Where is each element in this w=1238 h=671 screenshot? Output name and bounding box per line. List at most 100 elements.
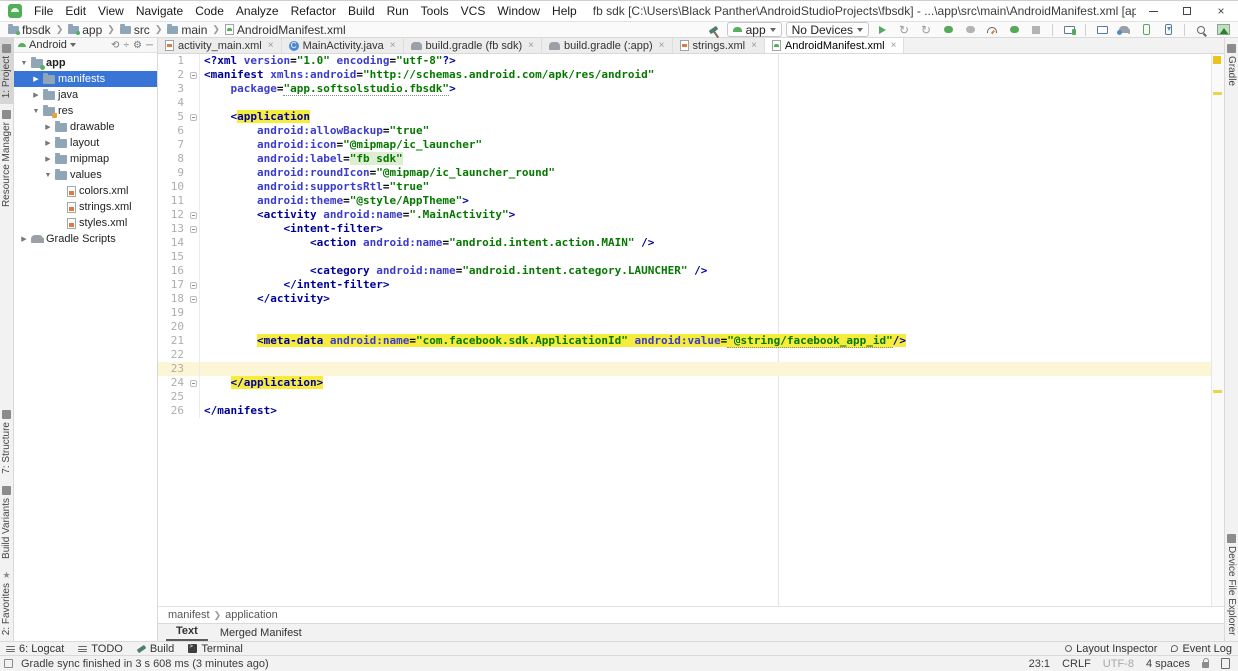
code-line[interactable]: 18 </activity>	[158, 292, 1224, 306]
code-line[interactable]: 9 android:roundIcon="@mipmap/ic_launcher…	[158, 166, 1224, 180]
tool-stripe-2-favorites[interactable]: ★2: Favorites	[1, 565, 12, 641]
tree-chevron-icon[interactable]: ▼	[44, 172, 52, 179]
menu-item-refactor[interactable]: Refactor	[285, 2, 342, 20]
code-line[interactable]: 2<manifest xmlns:android="http://schemas…	[158, 68, 1224, 82]
menu-item-analyze[interactable]: Analyze	[230, 2, 285, 20]
menu-item-build[interactable]: Build	[342, 2, 381, 20]
menu-item-navigate[interactable]: Navigate	[130, 2, 189, 20]
menu-item-run[interactable]: Run	[381, 2, 415, 20]
build-hammer-icon[interactable]	[705, 22, 723, 37]
settings-gear-icon[interactable]: ⚙	[133, 40, 142, 51]
code-line[interactable]: 23	[158, 362, 1224, 376]
highlight-mark[interactable]	[1213, 390, 1222, 393]
tab-close-icon[interactable]: ×	[751, 40, 757, 51]
code-line[interactable]: 13 <intent-filter>	[158, 222, 1224, 236]
indent-setting[interactable]: 4 spaces	[1146, 658, 1190, 670]
image-asset-icon[interactable]	[1214, 22, 1232, 37]
xml-breadcrumb-item[interactable]: application	[225, 609, 278, 621]
tree-chevron-icon[interactable]: ▼	[20, 60, 28, 67]
code-line[interactable]: 19	[158, 306, 1224, 320]
tree-chevron-icon[interactable]: ▶	[20, 235, 28, 243]
tree-chevron-icon[interactable]: ▶	[44, 123, 52, 131]
tab-close-icon[interactable]: ×	[659, 40, 665, 51]
locate-icon[interactable]: ⟲	[111, 40, 119, 51]
tree-item-layout[interactable]: ▶layout	[14, 135, 157, 151]
readonly-lock-icon[interactable]	[1202, 662, 1209, 668]
highlight-mark[interactable]	[1213, 92, 1222, 95]
toolwindow-toggle-icon[interactable]	[4, 659, 13, 668]
code-line[interactable]: 17 </intent-filter>	[158, 278, 1224, 292]
fold-marker-icon[interactable]	[190, 72, 197, 79]
collapse-all-icon[interactable]: ÷	[123, 40, 129, 51]
layout-inspector-phone-icon[interactable]	[1137, 22, 1155, 37]
device-manager-icon[interactable]	[1060, 22, 1078, 37]
code-line[interactable]: 22	[158, 348, 1224, 362]
tab-close-icon[interactable]: ×	[891, 40, 897, 51]
code-line[interactable]: 20	[158, 320, 1224, 334]
tab-close-icon[interactable]: ×	[268, 40, 274, 51]
tree-chevron-icon[interactable]: ▶	[32, 91, 40, 99]
search-everywhere-icon[interactable]	[1192, 22, 1210, 37]
tree-item-styles-xml[interactable]: styles.xml	[14, 215, 157, 231]
tree-chevron-icon[interactable]: ▶	[44, 139, 52, 147]
manifest-tab-text[interactable]: Text	[166, 623, 208, 641]
screen-reader-icon[interactable]	[1221, 658, 1230, 669]
tree-chevron-icon[interactable]: ▶	[32, 75, 40, 83]
breadcrumb-item[interactable]: src	[118, 23, 152, 37]
menu-item-edit[interactable]: Edit	[59, 2, 92, 20]
tree-chevron-icon[interactable]: ▼	[32, 108, 40, 115]
maximize-button[interactable]	[1170, 1, 1204, 21]
tree-item-colors-xml[interactable]: colors.xml	[14, 183, 157, 199]
tree-item-app[interactable]: ▼app	[14, 55, 157, 71]
avd-manager-icon[interactable]	[1159, 22, 1177, 37]
breadcrumb-item[interactable]: AndroidManifest.xml	[223, 23, 348, 37]
fold-marker-icon[interactable]	[190, 212, 197, 219]
toolwindow-button-terminal[interactable]: Terminal	[188, 643, 243, 655]
code-line[interactable]: 12 <activity android:name=".MainActivity…	[158, 208, 1224, 222]
menu-item-window[interactable]: Window	[491, 2, 546, 20]
minimize-button[interactable]	[1136, 1, 1170, 21]
code-line[interactable]: 3 package="app.softsolstudio.fbsdk">	[158, 82, 1224, 96]
editor-tab-activity-main-xml[interactable]: activity_main.xml×	[158, 38, 282, 53]
profile-app-icon[interactable]	[1005, 22, 1023, 37]
error-stripe-scrollbar[interactable]	[1211, 54, 1224, 606]
run-icon[interactable]	[873, 22, 891, 37]
fold-marker-icon[interactable]	[190, 296, 197, 303]
toolwindow-button-event-log[interactable]: Event Log	[1171, 643, 1232, 655]
tree-item-gradle-scripts[interactable]: ▶Gradle Scripts	[14, 231, 157, 247]
line-separator[interactable]: CRLF	[1062, 658, 1091, 670]
editor[interactable]: 1<?xml version="1.0" encoding="utf-8"?>2…	[158, 54, 1224, 606]
device-selector-dropdown[interactable]: No Devices	[786, 22, 869, 37]
breadcrumb-item[interactable]: app	[66, 23, 104, 37]
toolwindow-button-layout-inspector[interactable]: Layout Inspector	[1065, 643, 1157, 655]
menu-item-file[interactable]: File	[28, 2, 59, 20]
tree-item-strings-xml[interactable]: strings.xml	[14, 199, 157, 215]
code-line[interactable]: 15	[158, 250, 1224, 264]
fold-marker-icon[interactable]	[190, 282, 197, 289]
toolwindow-button-build[interactable]: Build	[137, 643, 174, 655]
tool-stripe-build-variants[interactable]: Build Variants	[1, 480, 12, 565]
toolwindow-button-todo[interactable]: TODO	[78, 643, 123, 655]
tab-close-icon[interactable]: ×	[390, 40, 396, 51]
run-configuration-dropdown[interactable]: app	[727, 22, 782, 37]
gradle-sync-icon[interactable]	[1115, 22, 1133, 37]
editor-tab-androidmanifest-xml[interactable]: AndroidManifest.xml×	[765, 38, 905, 53]
rerun-disabled-icon[interactable]: ↻	[895, 22, 913, 37]
code-line[interactable]: 25	[158, 390, 1224, 404]
tree-item-manifests[interactable]: ▶manifests	[14, 71, 157, 87]
hide-panel-icon[interactable]: ─	[146, 40, 153, 51]
code-line[interactable]: 21 <meta-data android:name="com.facebook…	[158, 334, 1224, 348]
tree-item-res[interactable]: ▼res	[14, 103, 157, 119]
project-view-selector[interactable]: Android	[29, 39, 67, 51]
code-line[interactable]: 26</manifest>	[158, 404, 1224, 418]
breadcrumb-item[interactable]: main	[165, 23, 209, 37]
tree-item-values[interactable]: ▼values	[14, 167, 157, 183]
debug-icon[interactable]	[939, 22, 957, 37]
menu-item-tools[interactable]: Tools	[415, 2, 455, 20]
code-line[interactable]: 4	[158, 96, 1224, 110]
code-line[interactable]: 14 <action android:name="android.intent.…	[158, 236, 1224, 250]
code-line[interactable]: 11 android:theme="@style/AppTheme">	[158, 194, 1224, 208]
menu-item-code[interactable]: Code	[189, 2, 230, 20]
xml-breadcrumb-item[interactable]: manifest	[168, 609, 210, 621]
fold-marker-icon[interactable]	[190, 380, 197, 387]
